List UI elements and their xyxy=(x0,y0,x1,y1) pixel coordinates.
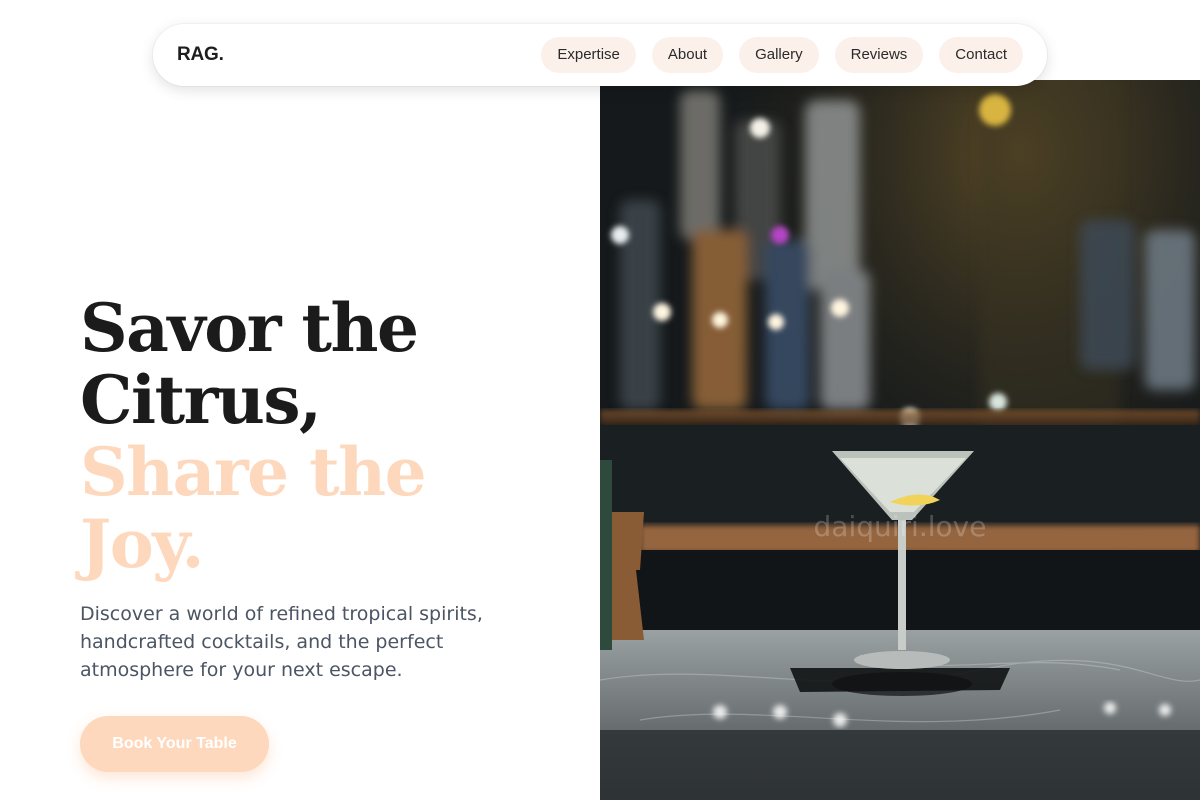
nav-link-contact[interactable]: Contact xyxy=(939,37,1023,73)
book-table-button[interactable]: Book Your Table xyxy=(80,716,269,772)
headline-line-3: Share the xyxy=(80,433,427,511)
bar-scene-illustration: daiquiri.love xyxy=(600,80,1200,800)
nav-link-reviews[interactable]: Reviews xyxy=(834,37,924,73)
image-watermark: daiquiri.love xyxy=(814,510,987,543)
nav-links: Expertise About Gallery Reviews Contact xyxy=(541,37,1023,73)
headline-line-2: Citrus, xyxy=(80,361,322,439)
brand-logo[interactable]: RAG. xyxy=(177,44,224,66)
nav-link-about[interactable]: About xyxy=(651,37,724,73)
hero-description: Discover a world of refined tropical spi… xyxy=(80,603,483,681)
headline-line-1: Savor the xyxy=(80,289,419,367)
navbar: RAG. Expertise About Gallery Reviews Con… xyxy=(153,24,1047,86)
nav-link-gallery[interactable]: Gallery xyxy=(739,37,819,73)
hero-headline: Savor the Citrus, Share the Joy. xyxy=(80,292,560,580)
hero-image: daiquiri.love xyxy=(600,80,1200,800)
headline-line-4: Joy. xyxy=(80,505,205,583)
nav-link-expertise[interactable]: Expertise xyxy=(541,37,636,73)
